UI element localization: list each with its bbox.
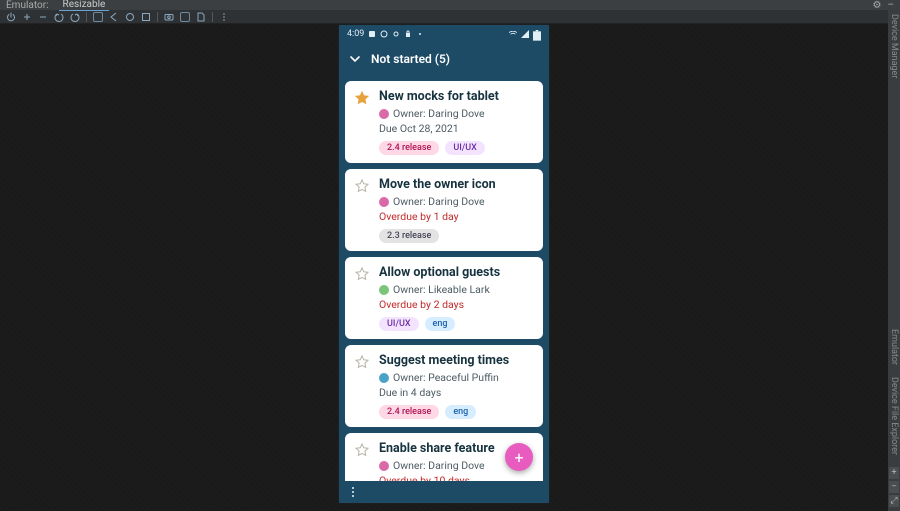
ide-gear-icon[interactable]: ⚙ — [872, 0, 881, 11]
owner-line: Owner: Peaceful Puffin — [379, 371, 533, 384]
tag-row: UI/UX eng — [379, 317, 533, 331]
volume-up-icon[interactable] — [22, 12, 32, 22]
avatar-icon — [379, 461, 389, 471]
avatar-icon — [379, 109, 389, 119]
task-title: Allow optional guests — [379, 265, 533, 280]
due-text: Due in 4 days — [379, 386, 533, 399]
android-status-bar: 4:09 — [339, 25, 549, 43]
task-list[interactable]: New mocks for tablet Owner: Daring Dove Du… — [339, 75, 549, 503]
tag-chip[interactable]: 2.4 release — [379, 141, 439, 155]
task-title: New mocks for tablet — [379, 89, 533, 104]
section-title: Not started (5) — [371, 52, 450, 66]
wifi-icon — [509, 30, 517, 38]
lock-icon — [404, 30, 412, 38]
owner-line: Owner: Daring Dove — [379, 107, 533, 120]
due-text: Overdue by 2 days — [379, 298, 533, 311]
plus-icon: + — [514, 448, 523, 467]
tag-chip[interactable]: 2.3 release — [379, 229, 439, 243]
app-header: Not started (5) — [339, 43, 549, 75]
separator — [157, 12, 158, 22]
zoom-in-button[interactable]: + — [889, 467, 899, 479]
owner-line: Owner: Daring Dove — [379, 195, 533, 208]
separator — [212, 12, 213, 22]
tag-chip[interactable]: eng — [425, 317, 456, 331]
phone-frame: 4:09 Not started (5) New mocks for table — [338, 24, 550, 504]
task-title: Move the owner icon — [379, 177, 533, 192]
bottom-nav — [339, 481, 549, 503]
owner-text: Owner: Likeable Lark — [393, 283, 490, 296]
owner-text: Owner: Daring Dove — [393, 195, 485, 208]
ide-right-rail: Device Manager Emulator Device File Expl… — [888, 10, 900, 511]
home-icon[interactable] — [125, 12, 135, 22]
power-icon[interactable] — [6, 12, 16, 22]
avatar-icon — [379, 197, 389, 207]
tag-chip[interactable]: 2.4 release — [379, 405, 439, 419]
avatar-icon — [379, 373, 389, 383]
owner-text: Owner: Daring Dove — [393, 107, 485, 120]
owner-text: Owner: Daring Dove — [393, 459, 485, 472]
emulator-stage: 4:09 Not started (5) New mocks for table — [0, 24, 888, 511]
owner-line: Owner: Likeable Lark — [379, 283, 533, 296]
star-icon[interactable] — [355, 91, 369, 105]
tag-chip[interactable]: UI/UX — [379, 317, 419, 331]
device-tab[interactable]: Resizable — [59, 0, 110, 11]
task-card[interactable]: New mocks for tablet Owner: Daring Dove Du… — [345, 81, 543, 163]
gear-small-icon — [392, 30, 400, 38]
zoom-fit-button[interactable]: ⤢ — [889, 495, 899, 507]
due-text: Overdue by 1 day — [379, 210, 533, 223]
tag-chip[interactable]: UI/UX — [445, 141, 485, 155]
add-task-fab[interactable]: + — [505, 443, 533, 471]
separator — [86, 12, 87, 22]
dot-icon — [416, 30, 424, 38]
rotate-right-icon[interactable] — [70, 12, 80, 22]
ide-window-tabs: Emulator: Resizable ⚙ – — [0, 0, 900, 10]
tag-row: 2.4 release eng — [379, 405, 533, 419]
record-icon[interactable] — [180, 12, 190, 22]
tag-chip[interactable]: eng — [445, 405, 476, 419]
back-icon[interactable] — [109, 12, 119, 22]
zoom-controls: + − ⤢ — [889, 467, 899, 507]
status-time: 4:09 — [347, 29, 364, 39]
due-text: Due Oct 28, 2021 — [379, 122, 533, 135]
battery-icon — [533, 30, 541, 38]
tool-file-explorer[interactable]: Device File Explorer — [889, 377, 899, 455]
overview-icon[interactable] — [141, 12, 151, 22]
task-title: Suggest meeting times — [379, 353, 533, 368]
task-card[interactable]: Move the owner icon Owner: Daring Dove Ove… — [345, 169, 543, 251]
avatar-icon — [379, 285, 389, 295]
collapse-icon[interactable] — [349, 53, 361, 65]
emulator-toolbar — [0, 10, 900, 24]
display-mode-icon[interactable] — [93, 12, 103, 22]
more-icon[interactable] — [219, 12, 229, 22]
tool-device-manager[interactable]: Device Manager — [889, 14, 899, 78]
tag-row: 2.4 release UI/UX — [379, 141, 533, 155]
rotate-left-icon[interactable] — [54, 12, 64, 22]
task-card[interactable]: Allow optional guests Owner: Likeable Lar… — [345, 257, 543, 339]
star-icon[interactable] — [355, 267, 369, 281]
zoom-out-button[interactable]: − — [889, 481, 899, 493]
task-card[interactable]: Suggest meeting times Owner: Peaceful Puf… — [345, 345, 543, 427]
star-icon[interactable] — [355, 443, 369, 457]
emulator-label: Emulator: — [6, 0, 49, 11]
star-icon[interactable] — [355, 355, 369, 369]
notif-icon — [380, 30, 388, 38]
volume-down-icon[interactable] — [38, 12, 48, 22]
tag-row: 2.3 release — [379, 229, 533, 243]
star-icon[interactable] — [355, 179, 369, 193]
ide-minimize-icon[interactable]: – — [887, 0, 894, 11]
overflow-menu-icon[interactable] — [347, 486, 359, 498]
screenshot-icon[interactable] — [164, 12, 174, 22]
owner-text: Owner: Peaceful Puffin — [393, 371, 499, 384]
debug-icon — [368, 30, 376, 38]
tool-emulator[interactable]: Emulator — [889, 329, 899, 365]
signal-icon — [521, 30, 529, 38]
snapshots-icon[interactable] — [196, 12, 206, 22]
